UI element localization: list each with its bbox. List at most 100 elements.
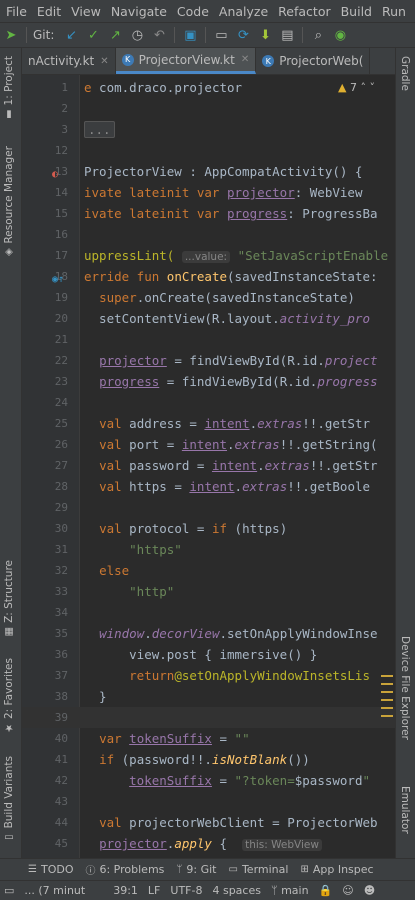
code-line: 30 val protocol = if (https) (22, 518, 395, 539)
toolbar-separator (302, 27, 304, 43)
code-line: 41 if (password!!.isNotBlank()) (22, 749, 395, 770)
file-encoding[interactable]: UTF-8 (165, 884, 207, 897)
code-line: 27 val password = intent.extras!!.getStr (22, 455, 395, 476)
avd-manager-icon[interactable]: ▭ (210, 24, 232, 46)
tab-gradle[interactable]: Gradle (399, 56, 411, 91)
tab-main-activity[interactable]: nActivity.kt ✕ (22, 48, 116, 74)
code-line: 20 setContentView(R.layout.activity_pro (22, 308, 395, 329)
sdk-manager-icon[interactable]: ⬇ (254, 24, 276, 46)
search-icon[interactable]: ⌕ (307, 24, 329, 46)
current-line: 39 (22, 707, 395, 728)
layout-inspector-icon[interactable]: ▤ (276, 24, 298, 46)
rollback-icon[interactable]: ↶ (148, 24, 170, 46)
indent-setting[interactable]: 4 spaces (207, 884, 266, 897)
notifications-face-icon[interactable]: ☻ (359, 884, 380, 897)
status-icon[interactable]: ▭ (0, 884, 19, 897)
problems-button[interactable]: ⓘ 6: Problems (79, 862, 170, 877)
menu-file[interactable]: File (0, 4, 32, 19)
line-number: 36 (54, 648, 68, 661)
terminal-icon: ▭ (228, 864, 238, 875)
line-number: 25 (54, 417, 68, 430)
tab-build-variants-label: Build Variants (3, 756, 15, 829)
git-label: 9: Git (186, 863, 217, 876)
tab-project-label: 1: Project (3, 56, 15, 106)
tool-window-bar: ☰ TODO ⓘ 6: Problems ᛘ 9: Git ▭ Terminal ⊞ Ap… (0, 858, 415, 880)
folded-imports[interactable]: ... (84, 121, 115, 138)
toolbar-separator (205, 27, 207, 43)
line-number: 29 (54, 501, 68, 514)
inspector-face-icon[interactable]: ☺ (337, 884, 358, 897)
tab-label: ProjectorView.kt (138, 52, 235, 67)
tab-structure[interactable]: ▦ Z: Structure (3, 560, 15, 637)
app-inspection-button[interactable]: ⊞ App Inspec (294, 863, 379, 876)
code-editor[interactable]: ▲ 7 ˄ ˅ 1e com.draco.projector 2 3... 12… (22, 75, 395, 858)
code-line: 28 val https = intent.extras!!.getBoole (22, 476, 395, 497)
tab-favorites[interactable]: ★ 2: Favorites (3, 658, 15, 733)
right-tool-strip: Gradle Device File Explorer Emulator (395, 48, 415, 858)
menu-refactor[interactable]: Refactor (273, 4, 335, 19)
git-push-icon[interactable]: ↗ (104, 24, 126, 46)
branch-icon: ᛘ (270, 884, 278, 897)
project-structure-icon[interactable]: ▣ (179, 24, 201, 46)
line-separator[interactable]: LF (143, 884, 165, 897)
code-line: 13 ◐ ProjectorView : AppCompatActivity() { (22, 161, 395, 182)
code-line: 3... (22, 119, 395, 140)
star-icon: ★ (3, 722, 15, 733)
line-number: 26 (54, 438, 68, 451)
git-button[interactable]: ᛘ 9: Git (170, 863, 222, 876)
tab-label: ProjectorWeb( (279, 54, 364, 68)
line-number: 16 (54, 228, 68, 241)
code-line: 16 (22, 224, 395, 245)
close-icon[interactable]: ✕ (241, 54, 249, 65)
tab-project[interactable]: ▮ 1: Project (3, 56, 15, 119)
history-icon[interactable]: ◷ (126, 24, 148, 46)
android-icon[interactable]: ◉ (329, 24, 351, 46)
lock-icon[interactable]: 🔒 (314, 884, 338, 897)
line-number: 3 (61, 123, 68, 136)
tab-projector-web-client[interactable]: K ProjectorWeb( (256, 48, 371, 74)
status-message[interactable]: ... (7 minut (19, 884, 90, 897)
line-number: 33 (54, 585, 68, 598)
line-number: 41 (54, 753, 68, 766)
caret-position[interactable]: 39:1 (108, 884, 143, 897)
tab-resource-manager[interactable]: ◈ Resource Manager (3, 146, 15, 258)
kotlin-file-icon: K (121, 53, 134, 66)
toolbar-separator (26, 27, 27, 43)
code-line: 29 (22, 497, 395, 518)
run-arrow-icon[interactable]: ➤ (0, 24, 22, 46)
menu-view[interactable]: View (66, 4, 106, 19)
tab-structure-label: Z: Structure (3, 560, 15, 623)
tab-emulator[interactable]: Emulator (399, 786, 411, 834)
line-number: 15 (54, 207, 68, 220)
terminal-button[interactable]: ▭ Terminal (223, 863, 295, 876)
line-number: 35 (54, 627, 68, 640)
code-line: 18 ◉↑ erride fun onCreate(savedInstanceSta… (22, 266, 395, 287)
todo-button[interactable]: ☰ TODO (0, 863, 79, 876)
menu-build[interactable]: Build (336, 4, 377, 19)
type-hint: this: WebView (242, 839, 322, 851)
code-line: 31 "https" (22, 539, 395, 560)
close-icon[interactable]: ✕ (100, 56, 108, 67)
kotlin-file-icon: K (262, 55, 275, 67)
line-number: 12 (54, 144, 68, 157)
line-number: 43 (54, 795, 68, 808)
line-number: 2 (61, 102, 68, 115)
menu-analyze[interactable]: Analyze (214, 4, 273, 19)
tab-build-variants[interactable]: ▭ Build Variants (3, 756, 15, 842)
line-number: 1 (61, 81, 68, 94)
menu-code[interactable]: Code (172, 4, 214, 19)
git-branch[interactable]: ᛘ main (266, 884, 314, 897)
code-line: 38 } (22, 686, 395, 707)
tab-device-file-explorer[interactable]: Device File Explorer (399, 636, 411, 740)
sync-gradle-icon[interactable]: ⟳ (232, 24, 254, 46)
git-update-icon[interactable]: ↙ (60, 24, 82, 46)
git-commit-icon[interactable]: ✓ (82, 24, 104, 46)
code-line: 32 else (22, 560, 395, 581)
menu-edit[interactable]: Edit (32, 4, 66, 19)
line-number: 38 (54, 690, 68, 703)
menu-navigate[interactable]: Navigate (106, 4, 172, 19)
tab-projector-view[interactable]: K ProjectorView.kt ✕ (115, 48, 257, 74)
code-line: 2 (22, 98, 395, 119)
menu-run[interactable]: Run (377, 4, 411, 19)
code-line: 21 (22, 329, 395, 350)
